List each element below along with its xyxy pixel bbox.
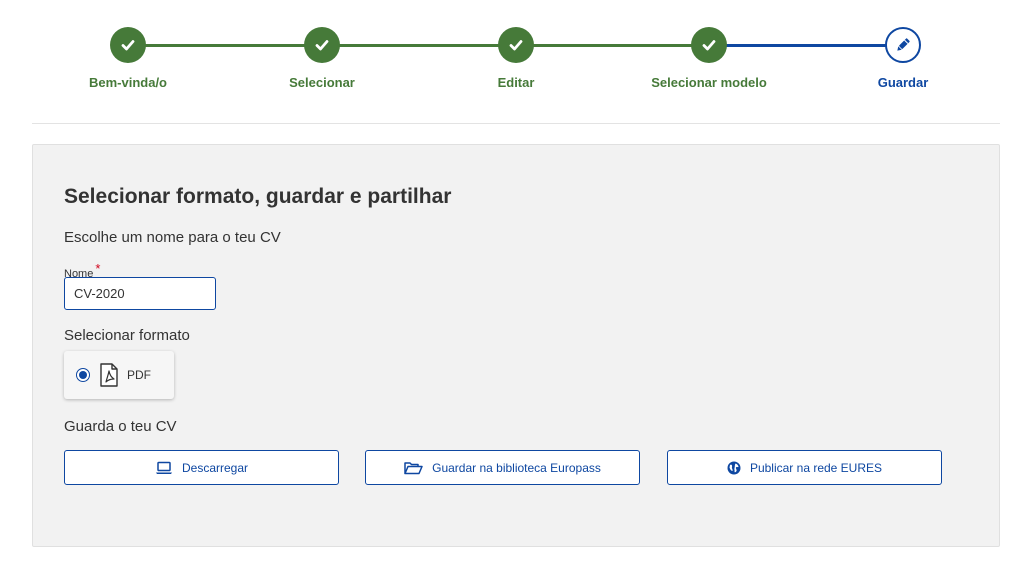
divider [32, 123, 1000, 124]
step-label: Guardar [877, 75, 929, 90]
laptop-icon [155, 461, 173, 475]
folder-open-icon [404, 461, 423, 475]
pencil-icon [885, 27, 921, 63]
format-option-pdf[interactable]: PDF [64, 351, 174, 399]
check-icon [498, 27, 534, 63]
name-section-label: Escolhe um nome para o teu CV [64, 229, 281, 246]
download-button[interactable]: Descarregar [64, 450, 339, 485]
download-label: Descarregar [181, 460, 249, 475]
save-library-button[interactable]: Guardar na biblioteca Europass [365, 450, 640, 485]
format-section-label: Selecionar formato [64, 327, 190, 344]
step-label: Selecionar [289, 75, 355, 90]
required-marker: * [95, 261, 101, 276]
format-radio[interactable] [76, 368, 90, 382]
format-label: PDF [127, 368, 151, 382]
stepper-line-done [128, 44, 708, 47]
save-section-label: Guarda o teu CV [64, 418, 177, 435]
check-icon [304, 27, 340, 63]
page-title: Selecionar formato, guardar e partilhar [64, 185, 452, 208]
check-icon [691, 27, 727, 63]
progress-stepper: Bem-vinda/o Selecionar Editar Selecionar… [0, 0, 1024, 124]
check-icon [110, 27, 146, 63]
cv-name-input[interactable] [64, 277, 216, 310]
publish-eures-label: Publicar na rede EURES [749, 460, 883, 475]
step-welcome[interactable]: Bem-vinda/o [48, 27, 208, 90]
save-library-label: Guardar na biblioteca Europass [432, 460, 601, 475]
step-label: Editar [497, 75, 535, 90]
step-save[interactable]: Guardar [823, 27, 983, 90]
radio-selected-dot [79, 371, 87, 379]
globe-icon [727, 461, 741, 475]
step-select-template[interactable]: Selecionar modelo [629, 27, 789, 90]
save-share-panel: Selecionar formato, guardar e partilhar … [32, 144, 1000, 547]
step-select[interactable]: Selecionar [242, 27, 402, 90]
publish-eures-button[interactable]: Publicar na rede EURES [667, 450, 942, 485]
step-label: Bem-vinda/o [88, 75, 167, 90]
step-edit[interactable]: Editar [436, 27, 596, 90]
pdf-file-icon [98, 363, 120, 387]
step-label: Selecionar modelo [651, 75, 767, 90]
